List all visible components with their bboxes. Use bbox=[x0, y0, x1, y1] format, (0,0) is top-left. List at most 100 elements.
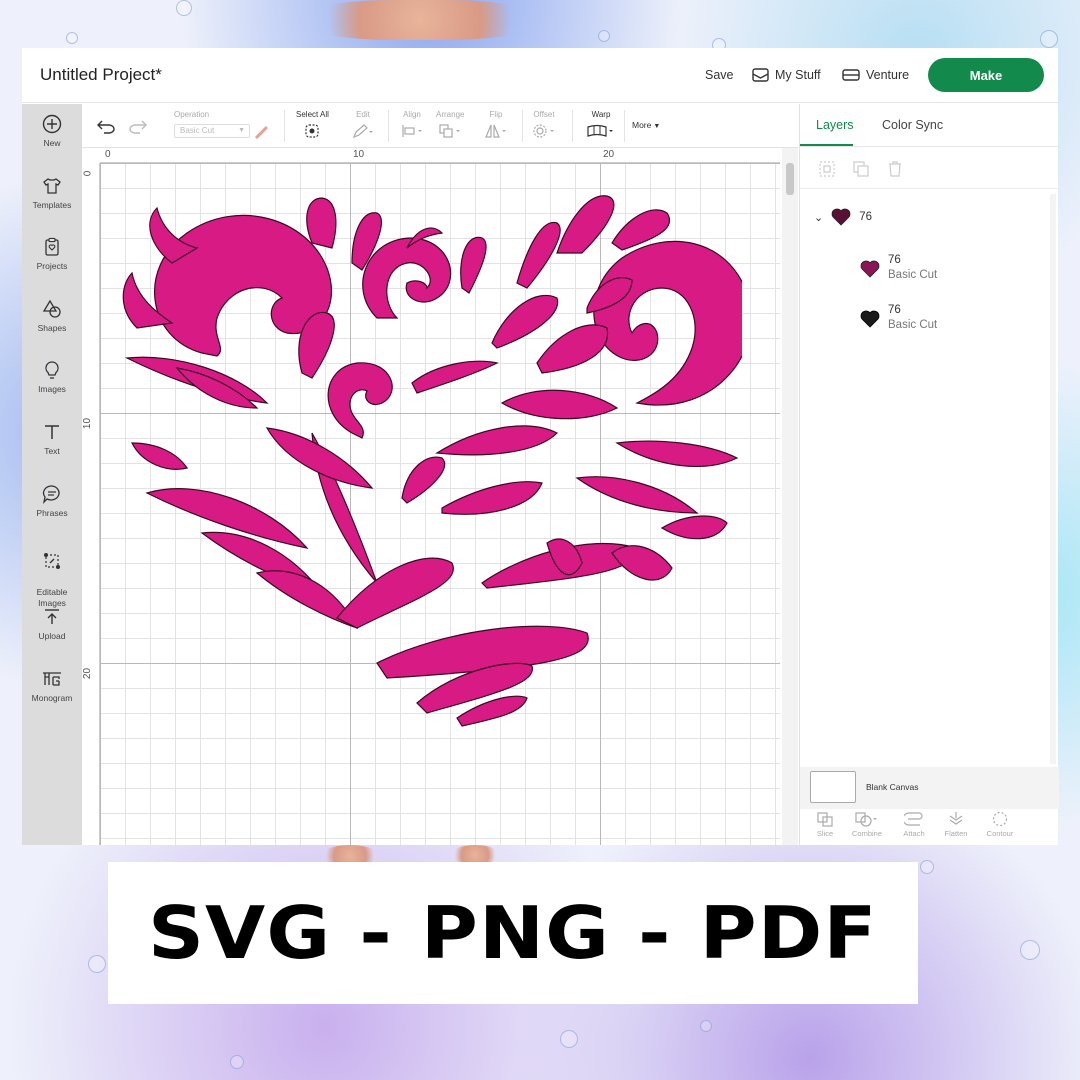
swirl-heart-design[interactable] bbox=[117, 188, 742, 728]
combine-button[interactable]: Combine bbox=[847, 811, 887, 838]
paperclip-icon bbox=[904, 812, 923, 826]
layer-operation: Basic Cut bbox=[888, 269, 938, 281]
sidebar-item-monogram[interactable]: Monogram bbox=[22, 669, 82, 704]
contour-label: Contour bbox=[986, 829, 1014, 838]
chevron-down-icon[interactable]: ⌄ bbox=[814, 211, 823, 224]
sidebar-item-editable-images[interactable]: Editable Images bbox=[22, 540, 82, 610]
operation-select[interactable]: Basic Cut ▼ bbox=[174, 124, 250, 138]
design-canvas[interactable]: 0 10 20 0 10 20 bbox=[82, 148, 798, 845]
flip-label: Flip bbox=[489, 110, 503, 119]
text-icon bbox=[45, 425, 59, 439]
ruler-tick: 20 bbox=[603, 149, 615, 160]
ruler-tick: 10 bbox=[353, 149, 365, 160]
upload-icon bbox=[45, 609, 59, 624]
sidebar-label: New bbox=[43, 138, 61, 148]
bubble-decoration bbox=[176, 0, 192, 16]
slice-icon bbox=[817, 812, 833, 827]
operation-value: Basic Cut bbox=[180, 126, 215, 135]
offset-label: Offset bbox=[533, 110, 555, 119]
monogram-icon bbox=[43, 672, 61, 686]
warp-label: Warp bbox=[591, 110, 611, 119]
sidebar-label: Templates bbox=[32, 200, 72, 210]
top-bar: Untitled Project* Save My Stuff Venture … bbox=[22, 48, 1058, 103]
sidebar-item-upload[interactable]: Upload bbox=[22, 607, 82, 642]
edit-label: Edit bbox=[356, 110, 370, 119]
layer-group[interactable]: ⌄ 76 bbox=[814, 208, 872, 226]
panel-action-bar: Slice Combine Attach Flatten Contour bbox=[800, 811, 1059, 845]
sidebar-item-templates[interactable]: Templates bbox=[22, 176, 82, 211]
bubble-decoration bbox=[920, 860, 934, 874]
sidebar-item-new[interactable]: New bbox=[22, 114, 82, 149]
sidebar-item-text[interactable]: Text bbox=[22, 422, 82, 457]
sidebar-item-phrases[interactable]: Phrases bbox=[22, 484, 82, 519]
edit-button[interactable]: Edit bbox=[352, 110, 374, 139]
bubble-decoration bbox=[66, 32, 78, 44]
bubble-decoration bbox=[88, 955, 106, 973]
flatten-label: Flatten bbox=[944, 829, 968, 838]
trash-icon[interactable] bbox=[886, 160, 904, 178]
align-button[interactable]: Align bbox=[400, 110, 424, 139]
flatten-button[interactable]: Flatten bbox=[936, 811, 976, 838]
app-window: Untitled Project* Save My Stuff Venture … bbox=[22, 48, 1059, 845]
project-title: Untitled Project* bbox=[40, 65, 162, 84]
bubble-decoration bbox=[560, 1030, 578, 1048]
panel-scrollbar[interactable] bbox=[1050, 194, 1056, 764]
tab-layers[interactable]: Layers bbox=[816, 118, 854, 132]
select-all-button[interactable]: Select All bbox=[296, 110, 329, 139]
panel-divider bbox=[800, 188, 1059, 189]
lightbulb-icon bbox=[45, 361, 59, 379]
heart-thumbnail-icon bbox=[831, 208, 851, 226]
slice-button[interactable]: Slice bbox=[805, 811, 845, 838]
sidebar-label: Editable Images bbox=[36, 586, 68, 609]
blank-canvas-swatch[interactable] bbox=[810, 771, 856, 803]
ruler-tick: 20 bbox=[82, 667, 94, 680]
tshirt-icon bbox=[43, 178, 61, 194]
group-icon[interactable] bbox=[818, 160, 836, 178]
undo-icon[interactable] bbox=[96, 118, 116, 134]
warp-icon bbox=[587, 124, 613, 137]
sidebar-item-projects[interactable]: Projects bbox=[22, 237, 82, 272]
vertical-scrollbar[interactable] bbox=[782, 148, 798, 845]
combine-icon bbox=[855, 812, 877, 827]
ruler-tick: 0 bbox=[105, 149, 111, 160]
offset-icon bbox=[533, 124, 554, 138]
select-all-label: Select All bbox=[296, 110, 329, 119]
duplicate-icon[interactable] bbox=[852, 160, 870, 178]
blank-canvas-row[interactable]: Blank Canvas bbox=[800, 767, 1059, 809]
panel-divider bbox=[800, 146, 1059, 147]
sidebar-item-images[interactable]: Images bbox=[22, 360, 82, 395]
ruler-tick: 10 bbox=[82, 417, 94, 430]
blank-canvas-label: Blank Canvas bbox=[866, 782, 919, 792]
flip-button[interactable]: Flip bbox=[484, 110, 508, 139]
offset-button[interactable]: Offset bbox=[532, 110, 556, 139]
more-button[interactable]: More ▼ bbox=[632, 120, 660, 130]
warp-button[interactable]: Warp bbox=[586, 110, 616, 139]
slice-label: Slice bbox=[816, 829, 834, 838]
contour-button[interactable]: Contour bbox=[980, 811, 1020, 838]
toolbar-divider bbox=[624, 110, 625, 142]
arrange-button[interactable]: Arrange bbox=[436, 110, 464, 139]
arrange-icon bbox=[439, 124, 461, 138]
tab-color-sync[interactable]: Color Sync bbox=[882, 118, 943, 132]
attach-label: Attach bbox=[903, 829, 925, 838]
attach-button[interactable]: Attach bbox=[894, 811, 934, 838]
clipboard-icon bbox=[45, 237, 59, 256]
select-all-icon bbox=[305, 124, 320, 138]
combine-label: Combine bbox=[851, 829, 882, 838]
more-label: More bbox=[632, 120, 652, 130]
scrollbar-thumb[interactable] bbox=[786, 163, 794, 195]
layers-panel: Layers Color Sync ⌄ 76 76 Basic Cut 76 B… bbox=[799, 104, 1059, 845]
bubble-decoration bbox=[1040, 30, 1058, 48]
my-stuff-label: My Stuff bbox=[775, 68, 821, 82]
save-button[interactable]: Save bbox=[705, 68, 734, 82]
redo-icon[interactable] bbox=[128, 118, 148, 134]
venture-button[interactable]: Venture bbox=[842, 68, 909, 82]
layer-group-name: 76 bbox=[859, 211, 873, 223]
layer-name: 76 bbox=[888, 254, 901, 266]
make-button[interactable]: Make bbox=[928, 58, 1044, 92]
toolbar-divider bbox=[284, 110, 285, 142]
sidebar-item-shapes[interactable]: Shapes bbox=[22, 299, 82, 334]
my-stuff-button[interactable]: My Stuff bbox=[752, 68, 821, 82]
pen-color-icon[interactable] bbox=[254, 124, 270, 140]
toolbar-divider bbox=[572, 110, 573, 142]
